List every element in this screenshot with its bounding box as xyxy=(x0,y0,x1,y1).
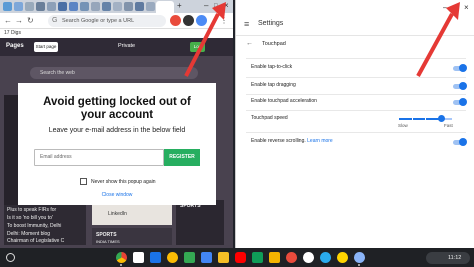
forward-icon[interactable]: → xyxy=(15,16,23,26)
hamburger-menu-icon[interactable]: ≡ xyxy=(244,19,249,29)
app-icon[interactable] xyxy=(286,252,297,263)
running-indicator xyxy=(120,264,122,266)
tab[interactable] xyxy=(14,2,23,11)
pages-menu[interactable]: Pages xyxy=(6,43,24,49)
keep-icon[interactable] xyxy=(218,252,229,263)
news-source: INDIA TIMES xyxy=(96,239,120,244)
back-icon[interactable]: ← xyxy=(4,16,12,26)
app-icon[interactable] xyxy=(303,252,314,263)
bookmark-item[interactable]: 17 Digs xyxy=(4,30,21,36)
speed-slider-thumb[interactable] xyxy=(438,115,445,122)
popup-title-line: your account xyxy=(80,109,154,121)
news-headline[interactable]: Plus to speak FIRs for xyxy=(7,207,56,214)
chrome-icon[interactable] xyxy=(116,252,127,263)
tab[interactable] xyxy=(124,2,133,11)
settings-title: Settings xyxy=(258,20,284,27)
web-search-placeholder: Search the web xyxy=(40,70,75,76)
divider xyxy=(246,94,466,95)
speed-slow-label: Slow xyxy=(398,123,408,128)
tab[interactable] xyxy=(91,2,100,11)
popup-title-line: Avoid getting locked out of xyxy=(43,96,191,108)
never-show-label: Never show this popup again xyxy=(91,179,156,185)
tab[interactable] xyxy=(69,2,78,11)
news-tile[interactable]: SPORTS INDIA TIMES xyxy=(92,228,172,245)
touchpad-acceleration-label: Enable touchpad acceleration xyxy=(251,98,317,104)
tab[interactable] xyxy=(113,2,122,11)
back-arrow-icon[interactable]: ← xyxy=(246,40,253,47)
sheets-icon[interactable] xyxy=(252,252,263,263)
learn-more-link[interactable]: Learn more xyxy=(307,138,333,144)
tab[interactable] xyxy=(3,2,12,11)
popup-title: Avoid getting locked out of your account xyxy=(18,96,216,122)
running-indicator xyxy=(358,264,360,266)
docs-icon[interactable] xyxy=(201,252,212,263)
desktop: + – □ × ← → ↻ G Search Google or type a … xyxy=(0,0,474,267)
speed-fast-label: Fast xyxy=(444,123,453,128)
toggle-knob xyxy=(459,82,467,90)
tab[interactable] xyxy=(36,2,45,11)
slider-tick xyxy=(412,118,413,120)
email-placeholder: Email address xyxy=(40,154,72,160)
register-button[interactable]: REGISTER xyxy=(164,149,200,166)
telegram-icon[interactable] xyxy=(320,252,331,263)
touchpad-speed-label: Touchpad speed xyxy=(251,115,288,121)
touchpad-acceleration-toggle[interactable] xyxy=(453,98,467,106)
page-title: Touchpad xyxy=(262,41,286,47)
tap-dragging-toggle[interactable] xyxy=(453,82,467,90)
reload-icon[interactable]: ↻ xyxy=(27,16,34,26)
annotation-arrow xyxy=(416,2,460,77)
tab[interactable] xyxy=(102,2,111,11)
settings-icon[interactable] xyxy=(354,252,365,263)
tab[interactable] xyxy=(47,2,56,11)
news-headline[interactable]: Chairman of Legislative C xyxy=(7,238,64,245)
tap-dragging-label: Enable tap dragging xyxy=(251,82,296,88)
launcher-icon[interactable] xyxy=(6,253,15,262)
clock: 11:12 xyxy=(448,255,462,261)
reverse-scrolling-label: Enable reverse scrolling. Learn more xyxy=(251,138,333,145)
news-headline[interactable]: To boost Immunity, Delhi xyxy=(7,223,61,230)
news-tile-label: LinkedIn xyxy=(108,211,127,217)
toggle-knob xyxy=(459,98,467,106)
popup-subtitle: Leave your e-mail address in the below f… xyxy=(48,127,186,134)
reverse-scrolling-text: Enable reverse scrolling. xyxy=(251,138,306,144)
reverse-scrolling-toggle[interactable] xyxy=(453,138,467,146)
web-search-input[interactable]: Search the web xyxy=(30,67,198,79)
play-store-icon[interactable] xyxy=(184,252,195,263)
tab[interactable] xyxy=(25,2,34,11)
omnibox[interactable]: G Search Google or type a URL xyxy=(48,15,166,27)
news-tile[interactable]: LinkedIn xyxy=(92,205,172,225)
close-window-link[interactable]: Close window xyxy=(18,192,216,198)
divider xyxy=(246,132,466,133)
status-tray[interactable]: 11:12 xyxy=(426,252,470,264)
tap-to-click-label: Enable tap-to-click xyxy=(251,64,293,70)
slides-icon[interactable] xyxy=(269,252,280,263)
email-field[interactable]: Email address xyxy=(34,149,164,166)
youtube-icon[interactable] xyxy=(235,252,246,263)
never-show-checkbox[interactable] xyxy=(80,178,87,185)
tab[interactable] xyxy=(58,2,67,11)
news-headline[interactable]: Is it so 'no bill you to' xyxy=(7,215,53,222)
tab[interactable] xyxy=(146,2,155,11)
news-list: Plus to speak FIRs for Is it so 'no bill… xyxy=(4,205,86,245)
app-icon[interactable] xyxy=(337,252,348,263)
files-icon[interactable] xyxy=(150,252,161,263)
annotation-arrow xyxy=(184,2,226,77)
news-headline[interactable]: Delhi: Moment blog xyxy=(7,231,50,238)
photos-icon[interactable] xyxy=(167,252,178,263)
google-icon: G xyxy=(52,17,58,24)
tab[interactable] xyxy=(135,2,144,11)
divider xyxy=(246,110,466,111)
tab-active[interactable] xyxy=(156,1,174,13)
sports-tile: SPORTS xyxy=(176,200,224,245)
gmail-icon[interactable] xyxy=(133,252,144,263)
slider-tick xyxy=(425,118,426,120)
tab[interactable] xyxy=(80,2,89,11)
start-page-button[interactable]: Start page xyxy=(34,42,58,52)
private-button[interactable]: Private xyxy=(118,43,135,49)
toggle-knob xyxy=(459,138,467,146)
signup-popup: Avoid getting locked out of your account… xyxy=(18,83,216,205)
omnibox-placeholder: Search Google or type a URL xyxy=(62,18,135,24)
